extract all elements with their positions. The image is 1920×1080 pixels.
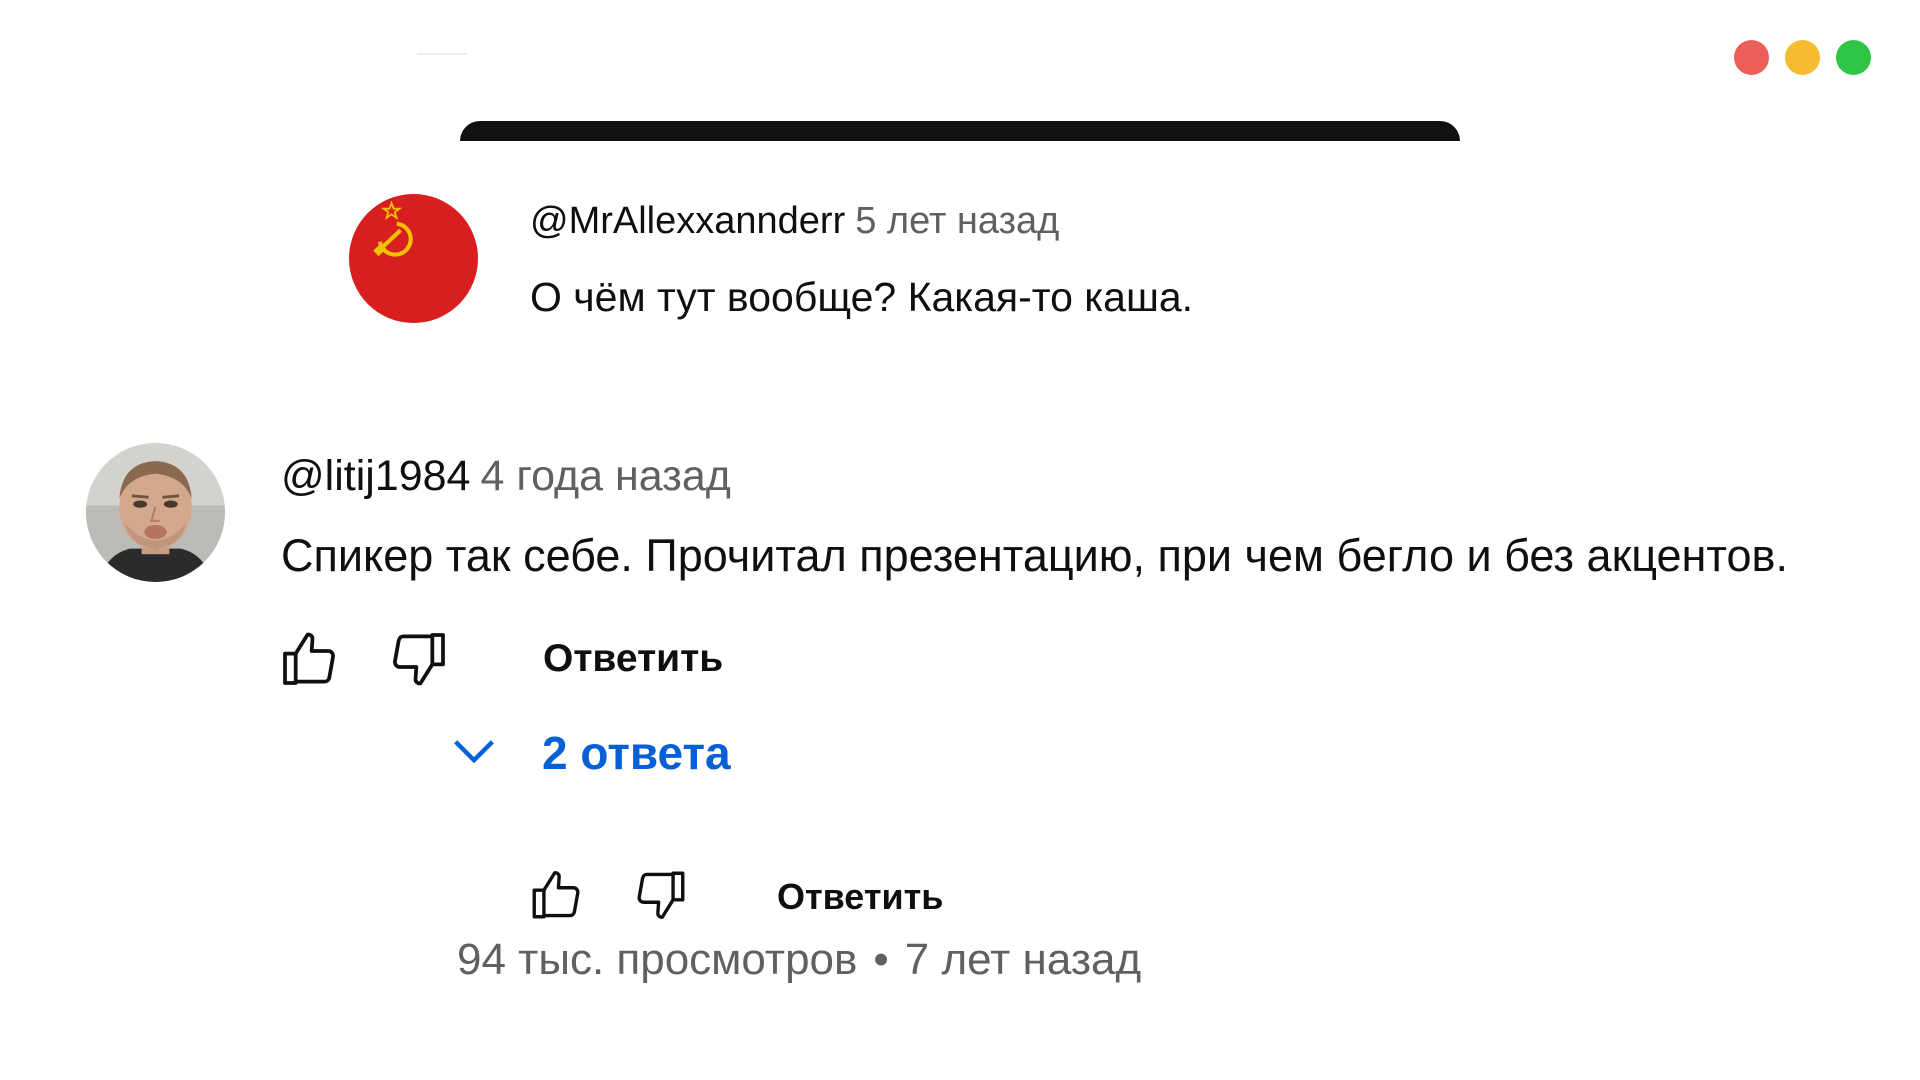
comment-author[interactable]: @MrAllexxannderr xyxy=(530,200,845,242)
show-replies-button[interactable]: 2 ответа xyxy=(452,720,772,780)
comment-text: О чём тут вообще? Какая-то каша. xyxy=(530,274,1194,320)
maximize-window-button[interactable] xyxy=(1836,40,1871,75)
meta-separator: • xyxy=(873,935,889,984)
comment-author[interactable]: @litij1984 xyxy=(281,452,470,500)
reply-button[interactable]: Ответить xyxy=(543,637,723,681)
upload-age: 7 лет назад xyxy=(904,935,1142,984)
thumbs-down-icon[interactable] xyxy=(630,866,692,924)
comment-time[interactable]: 4 года назад xyxy=(480,452,730,500)
thumbs-down-icon[interactable] xyxy=(385,627,453,691)
comment-time[interactable]: 5 лет назад xyxy=(855,200,1059,242)
user-photo-avatar[interactable] xyxy=(86,443,225,582)
view-count: 94 тыс. просмотров xyxy=(457,935,858,984)
soviet-flag-avatar[interactable] xyxy=(349,194,478,323)
comment-2-header: @litij1984 4 года назад xyxy=(281,452,731,501)
thumbs-up-icon[interactable] xyxy=(525,866,587,924)
minimize-window-button[interactable] xyxy=(1785,40,1820,75)
thumbs-up-icon[interactable] xyxy=(275,627,343,691)
comment-text: Спикер так себе. Прочитал презентацию, п… xyxy=(281,530,1788,581)
comment-1-header: @MrAllexxannderr 5 лет назад xyxy=(530,200,1059,243)
divider xyxy=(417,53,467,55)
replies-count: 2 ответа xyxy=(542,727,731,779)
reply-button[interactable]: Ответить xyxy=(777,876,943,918)
video-meta: 94 тыс. просмотров • 7 лет назад xyxy=(457,935,1141,985)
chevron-down-icon xyxy=(454,740,494,764)
window-controls xyxy=(1734,40,1874,76)
video-player-edge xyxy=(460,121,1460,141)
close-window-button[interactable] xyxy=(1734,40,1769,75)
